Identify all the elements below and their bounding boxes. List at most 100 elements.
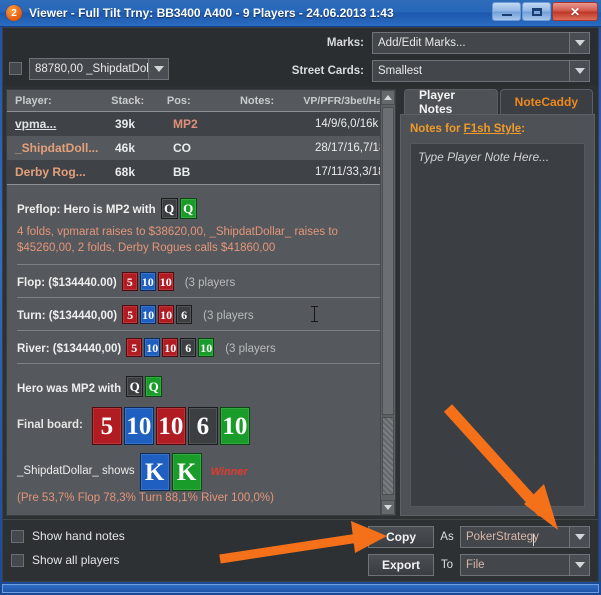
row-stack: 46k bbox=[115, 141, 173, 155]
playing-card: 10 bbox=[124, 407, 154, 445]
notes-panel: Player Notes NoteCaddy Notes for F1sh St… bbox=[400, 89, 595, 516]
street-cards-value: Smallest bbox=[373, 61, 569, 81]
minimize-icon bbox=[502, 14, 512, 16]
notes-for-player: F1sh Style bbox=[464, 123, 522, 135]
app-window: 2 Viewer - Full Tilt Trny: BB3400 A400 -… bbox=[0, 0, 601, 595]
playing-card: 6 bbox=[176, 305, 192, 324]
showdown-label: _ShipdatDollar_ shows bbox=[17, 464, 135, 480]
marks-value: Add/Edit Marks... bbox=[373, 33, 569, 53]
tab-notecaddy[interactable]: NoteCaddy bbox=[500, 89, 593, 114]
playing-card: Q bbox=[145, 376, 162, 397]
players-table-header: Player: Stack: Pos: Notes: VP/PFR/3bet/H… bbox=[7, 90, 395, 112]
player-note-input[interactable]: Type Player Note Here... bbox=[410, 143, 585, 507]
header-player: Player: bbox=[7, 95, 111, 107]
marks-chevron-down-icon[interactable] bbox=[569, 33, 589, 53]
flop-label: Flop: ($134440.00) bbox=[17, 276, 117, 292]
maximize-button[interactable] bbox=[522, 2, 551, 21]
marks-combo[interactable]: Add/Edit Marks... bbox=[372, 32, 590, 54]
playing-card: 10 bbox=[198, 338, 214, 357]
row-player[interactable]: vpma... bbox=[7, 117, 115, 131]
row-stack: 68k bbox=[115, 165, 173, 179]
to-target-value: File bbox=[461, 555, 569, 575]
to-target-chevron-down-icon[interactable] bbox=[569, 555, 589, 575]
row-player[interactable]: _ShipdatDoll... bbox=[7, 141, 115, 155]
playing-card: K bbox=[140, 453, 170, 491]
status-strip bbox=[2, 584, 599, 593]
table-row[interactable]: _ShipdatDoll... 46k CO 28/17/16,7/18 bbox=[7, 136, 395, 160]
main-content: Player: Stack: Pos: Notes: VP/PFR/3bet/H… bbox=[3, 86, 598, 519]
show-hand-notes-row[interactable]: Show hand notes bbox=[11, 529, 125, 543]
row-player[interactable]: Derby Rog... bbox=[7, 165, 115, 179]
export-row: Export To File bbox=[368, 554, 590, 576]
export-controls: Copy As PokerStrategy Export To File bbox=[368, 526, 590, 582]
to-target-combo[interactable]: File bbox=[460, 554, 590, 576]
notes-tabs: Player Notes NoteCaddy bbox=[400, 89, 595, 114]
playing-card: 10 bbox=[140, 272, 156, 291]
export-button[interactable]: Export bbox=[368, 554, 434, 576]
bottom-checkboxes: Show hand notes Show all players bbox=[11, 529, 125, 577]
hero-was-label: Hero was MP2 with bbox=[17, 382, 121, 398]
playing-card: 6 bbox=[188, 407, 218, 445]
show-all-players-checkbox[interactable] bbox=[11, 554, 24, 567]
show-hand-notes-checkbox[interactable] bbox=[11, 530, 24, 543]
street-cards-row: Street Cards: Smallest bbox=[290, 60, 590, 82]
street-cards-chevron-down-icon[interactable] bbox=[569, 61, 589, 81]
playing-card: 6 bbox=[180, 338, 196, 357]
as-format-value: PokerStrategy bbox=[461, 527, 569, 547]
divider bbox=[17, 330, 385, 331]
text-cursor-ibeam bbox=[314, 306, 315, 322]
show-all-players-row[interactable]: Show all players bbox=[11, 553, 125, 567]
window-title: Viewer - Full Tilt Trny: BB3400 A400 - 9… bbox=[29, 6, 394, 20]
flop-cards: 51010 bbox=[122, 272, 174, 291]
player-select-combo[interactable]: 88780,00 _ShipdatDollar_ bbox=[29, 58, 169, 80]
window-controls: ✕ bbox=[492, 2, 598, 21]
chevron-down-icon bbox=[384, 505, 392, 510]
turn-label: Turn: ($134440,00) bbox=[17, 309, 117, 325]
scrollbar-track[interactable] bbox=[382, 107, 394, 415]
scroll-up-button[interactable] bbox=[381, 90, 395, 105]
window-body: 88780,00 _ShipdatDollar_ Marks: Add/Edit… bbox=[2, 27, 599, 582]
playing-card: 10 bbox=[220, 407, 250, 445]
flop-row: Flop: ($134440.00) 51010 (3 players bbox=[17, 267, 385, 295]
minimize-button[interactable] bbox=[492, 2, 521, 21]
header-stack: Stack: bbox=[111, 95, 167, 107]
close-button[interactable]: ✕ bbox=[552, 2, 598, 21]
divider bbox=[17, 363, 385, 364]
player-select-checkbox[interactable] bbox=[9, 62, 22, 75]
turn-players: (3 players bbox=[203, 309, 254, 325]
playing-card: Q bbox=[161, 198, 178, 219]
toolbar: 88780,00 _ShipdatDollar_ Marks: Add/Edit… bbox=[3, 28, 598, 86]
playing-card: 5 bbox=[126, 338, 142, 357]
hand-history-scrollbar[interactable] bbox=[380, 90, 395, 515]
notes-for-suffix: : bbox=[521, 123, 525, 135]
showdown-cards: KK bbox=[140, 453, 202, 491]
street-cards-combo[interactable]: Smallest bbox=[372, 60, 590, 82]
player-select-value: 88780,00 _ShipdatDollar_ bbox=[30, 59, 148, 79]
as-format-chevron-down-icon[interactable] bbox=[569, 527, 589, 547]
table-row[interactable]: vpma... 39k MP2 14/9/6,0/16k bbox=[7, 112, 395, 136]
preflop-row: Preflop: Hero is MP2 with QQ bbox=[17, 193, 385, 223]
as-format-combo[interactable]: PokerStrategy bbox=[460, 526, 590, 548]
marks-label: Marks: bbox=[290, 37, 372, 49]
chevron-up-icon bbox=[384, 95, 392, 100]
as-label: As bbox=[434, 531, 460, 543]
show-all-players-label: Show all players bbox=[32, 553, 119, 567]
copy-button[interactable]: Copy bbox=[368, 526, 434, 548]
final-board-row: Final board: 51010610 bbox=[17, 401, 385, 451]
playing-card: 10 bbox=[158, 272, 174, 291]
header-pos: Pos: bbox=[167, 95, 240, 107]
tab-player-notes[interactable]: Player Notes bbox=[404, 89, 498, 114]
table-row[interactable]: Derby Rog... 68k BB 17/11/33,3/18 bbox=[7, 160, 395, 184]
text-caret bbox=[533, 534, 534, 546]
player-select-chevron-down-icon[interactable] bbox=[148, 59, 168, 79]
playing-card: 10 bbox=[162, 338, 178, 357]
notes-box: Notes for F1sh Style: Type Player Note H… bbox=[400, 114, 595, 516]
hand-history: Preflop: Hero is MP2 with QQ 4 folds, vp… bbox=[7, 185, 395, 515]
scrollbar-thumb[interactable] bbox=[382, 417, 394, 495]
players-table: Player: Stack: Pos: Notes: VP/PFR/3bet/H… bbox=[7, 90, 395, 185]
scroll-down-button[interactable] bbox=[381, 500, 395, 515]
hand-panel: Player: Stack: Pos: Notes: VP/PFR/3bet/H… bbox=[6, 89, 396, 516]
to-label: To bbox=[434, 559, 460, 571]
preflop-action: 4 folds, vpmarat raises to $38620,00, _S… bbox=[17, 223, 385, 262]
playing-card: 5 bbox=[92, 407, 122, 445]
